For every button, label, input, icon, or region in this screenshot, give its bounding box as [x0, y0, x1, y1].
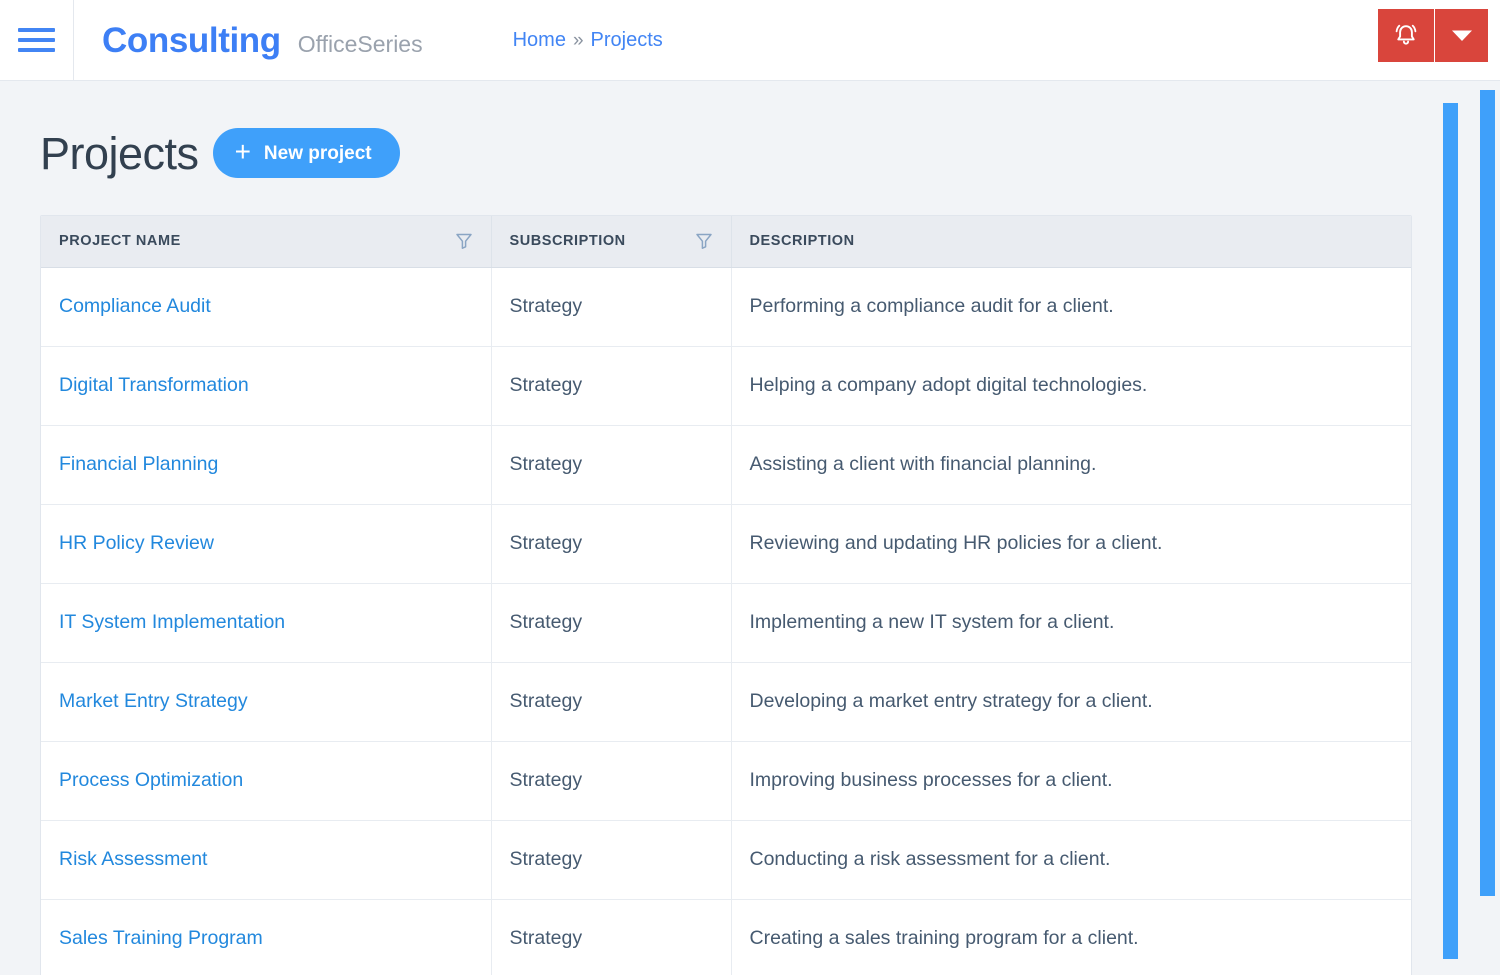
- filter-funnel-icon: [695, 234, 712, 250]
- outer-scrollbar-thumb[interactable]: [1480, 90, 1495, 896]
- cell-description: Developing a market entry strategy for a…: [731, 662, 1411, 742]
- project-link[interactable]: HR Policy Review: [59, 532, 214, 554]
- top-navigation-bar: Consulting OfficeSeries Home » Projects: [0, 0, 1500, 81]
- projects-table: PROJECT NAME SUBSCRIPTION DESCRIPTION Co…: [41, 216, 1411, 975]
- column-header-label: DESCRIPTION: [749, 233, 855, 250]
- table-row: Risk Assessment Strategy Conducting a risk…: [41, 820, 1411, 900]
- column-header-label: SUBSCRIPTION: [509, 233, 626, 250]
- new-project-button-label: New project: [263, 142, 372, 164]
- filter-funnel-icon-project-name[interactable]: [455, 232, 473, 250]
- column-header-subscription[interactable]: SUBSCRIPTION: [491, 216, 732, 268]
- table-row: Market Entry Strategy Strategy Developing …: [41, 662, 1411, 742]
- cell-description: Implementing a new IT system for a clien…: [731, 583, 1411, 663]
- cell-project-name: HR Policy Review: [41, 504, 492, 584]
- table-header-row: PROJECT NAME SUBSCRIPTION DESCRIPTION: [41, 216, 1411, 268]
- table-row: Compliance Audit Strategy Performing a com…: [41, 267, 1411, 347]
- table-body: Compliance Audit Strategy Performing a com…: [41, 267, 1411, 975]
- bell-icon: [1395, 24, 1417, 45]
- column-header-label: PROJECT NAME: [59, 233, 181, 250]
- table-row: Sales Training Program Strategy Creating a…: [41, 899, 1411, 975]
- page-title: Projects: [40, 127, 199, 179]
- hamburger-menu-icon[interactable]: [0, 0, 74, 81]
- plus-icon: +: [234, 135, 251, 167]
- column-header-description[interactable]: DESCRIPTION: [731, 216, 1411, 268]
- cell-subscription: Strategy: [491, 346, 732, 426]
- cell-project-name: IT System Implementation: [41, 583, 492, 663]
- project-link[interactable]: Compliance Audit: [59, 295, 211, 317]
- hamburger-line: [18, 48, 55, 52]
- project-link[interactable]: Risk Assessment: [59, 848, 207, 870]
- hamburger-line: [18, 28, 55, 32]
- table-row: IT System Implementation Strategy Implemen…: [41, 583, 1411, 663]
- cell-subscription: Strategy: [491, 583, 732, 663]
- cell-description: Reviewing and updating HR policies for a…: [731, 504, 1411, 584]
- cell-project-name: Digital Transformation: [41, 346, 492, 426]
- filter-funnel-icon: [455, 234, 472, 250]
- cell-description: Performing a compliance audit for a clie…: [731, 267, 1411, 347]
- brand: Consulting OfficeSeries: [102, 23, 423, 58]
- cell-subscription: Strategy: [491, 899, 732, 975]
- cell-project-name: Market Entry Strategy: [41, 662, 492, 742]
- project-link[interactable]: Process Optimization: [59, 769, 243, 791]
- chevron-down-icon: [1451, 30, 1472, 41]
- cell-subscription: Strategy: [491, 662, 732, 742]
- cell-description: Helping a company adopt digital technolo…: [731, 346, 1411, 426]
- cell-subscription: Strategy: [491, 267, 732, 347]
- inner-scrollbar-thumb[interactable]: [1443, 103, 1458, 959]
- table-row: Financial Planning Strategy Assisting a cl…: [41, 425, 1411, 505]
- project-link[interactable]: Sales Training Program: [59, 927, 263, 949]
- page-header: Projects + New project: [40, 128, 1434, 178]
- new-project-button[interactable]: + New project: [212, 128, 400, 178]
- cell-project-name: Sales Training Program: [41, 899, 492, 975]
- column-header-project-name[interactable]: PROJECT NAME: [41, 216, 492, 268]
- project-link[interactable]: Market Entry Strategy: [59, 690, 248, 712]
- projects-table-container: PROJECT NAME SUBSCRIPTION DESCRIPTION Co…: [40, 215, 1412, 975]
- table-row: HR Policy Review Strategy Reviewing and up…: [41, 504, 1411, 584]
- hamburger-line: [18, 38, 55, 42]
- notifications-button[interactable]: [1378, 9, 1434, 62]
- cell-description: Improving business processes for a clien…: [731, 741, 1411, 821]
- breadcrumb-link-projects[interactable]: Projects: [591, 30, 663, 50]
- cell-description: Conducting a risk assessment for a clien…: [731, 820, 1411, 900]
- cell-subscription: Strategy: [491, 425, 732, 505]
- cell-description: Creating a sales training program for a …: [749, 927, 1139, 950]
- cell-project-name: Risk Assessment: [41, 820, 492, 900]
- table-row: Digital Transformation Strategy Helping a …: [41, 346, 1411, 426]
- cell-project-name: Compliance Audit: [41, 267, 492, 347]
- cell-description: Assisting a client with financial planni…: [731, 425, 1411, 505]
- breadcrumb: Home » Projects: [513, 30, 663, 50]
- brand-subtitle: OfficeSeries: [297, 30, 423, 57]
- cell-project-name: Financial Planning: [41, 425, 492, 505]
- project-link[interactable]: Financial Planning: [59, 453, 218, 475]
- project-link[interactable]: IT System Implementation: [59, 611, 285, 633]
- cell-subscription: Strategy: [491, 504, 732, 584]
- user-menu-dropdown-button[interactable]: [1435, 9, 1488, 62]
- cell-project-name: Process Optimization: [41, 741, 492, 821]
- cell-subscription: Strategy: [491, 820, 732, 900]
- brand-title: Consulting: [102, 20, 281, 60]
- table-header: PROJECT NAME SUBSCRIPTION DESCRIPTION: [41, 216, 1411, 268]
- breadcrumb-link-home[interactable]: Home: [513, 30, 566, 50]
- project-link[interactable]: Digital Transformation: [59, 374, 249, 396]
- top-action-buttons: [1378, 9, 1488, 62]
- filter-funnel-icon-subscription[interactable]: [695, 232, 713, 250]
- main-content-area: Projects + New project PROJECT NAME SUBS…: [0, 81, 1434, 975]
- breadcrumb-separator-icon: »: [572, 29, 584, 51]
- cell-subscription: Strategy: [491, 741, 732, 821]
- table-row: Process Optimization Strategy Improving bu…: [41, 741, 1411, 821]
